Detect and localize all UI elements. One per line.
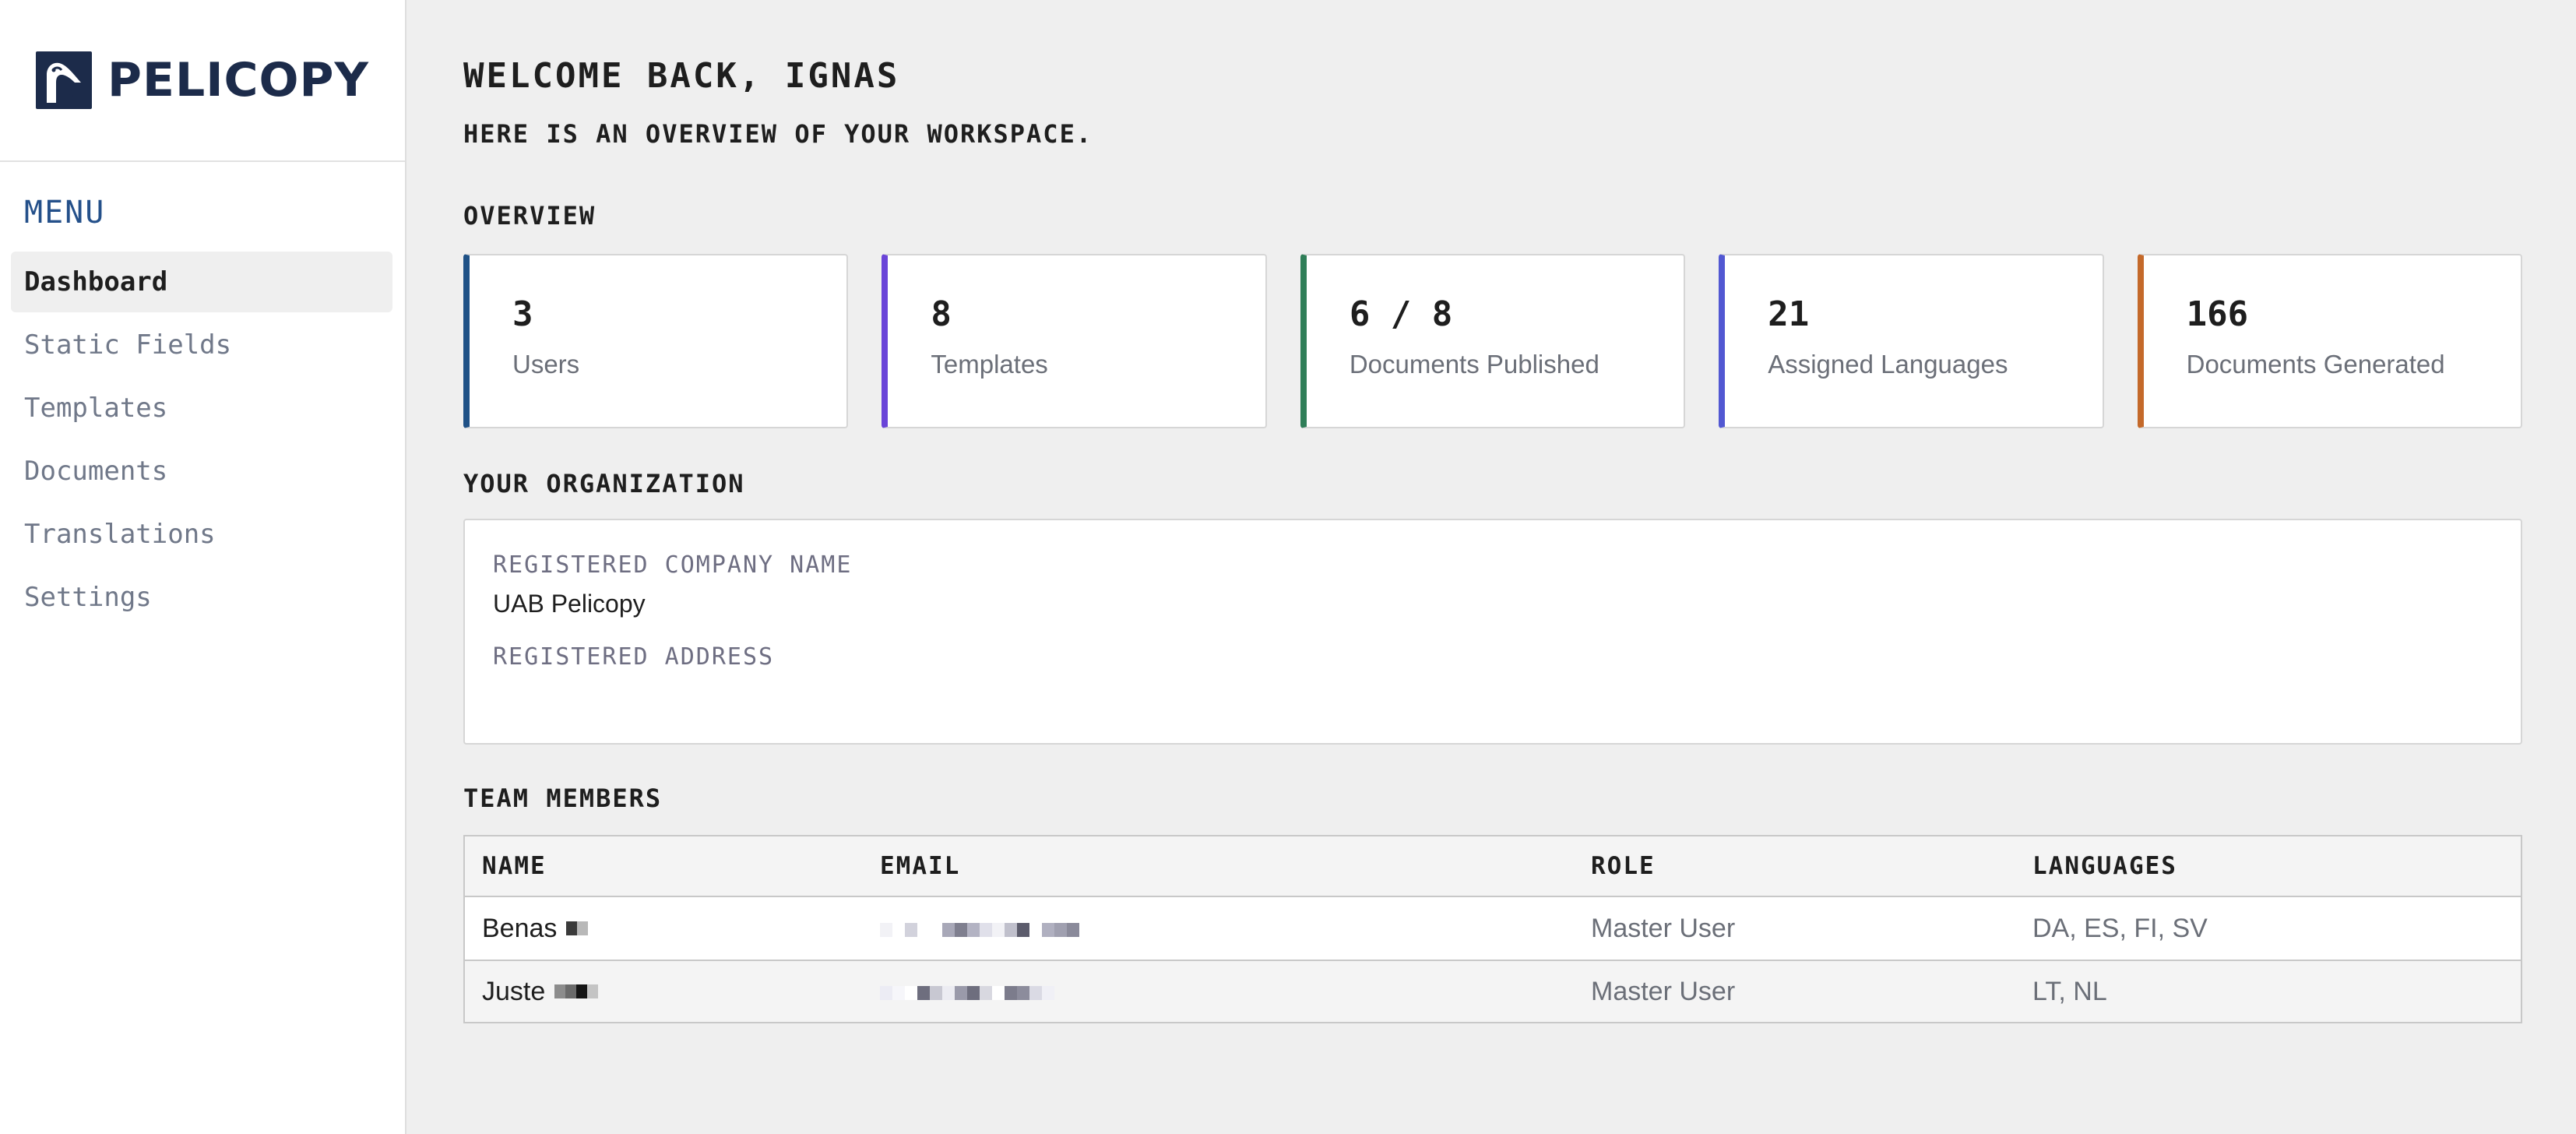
member-email-cell [880,914,1591,944]
page-subtitle: HERE IS AN OVERVIEW OF YOUR WORKSPACE. [463,119,1093,149]
redacted-email [880,985,1054,1000]
stat-card-assigned-languages: 21 Assigned Languages [1719,254,2104,428]
redacted-surname [566,921,589,935]
stat-label: Templates [931,350,1048,379]
overview-stats: 3 Users 8 Templates 6 / 8 Documents Publ… [463,254,2523,428]
organization-card: REGISTERED COMPANY NAME UAB Pelicopy REG… [463,519,2522,745]
company-name-label: REGISTERED COMPANY NAME [493,551,853,579]
sidebar-item-templates[interactable]: Templates [11,378,392,438]
page-title: WELCOME BACK, IGNAS [463,56,900,96]
overview-title: OVERVIEW [463,201,596,231]
table-header: NAME EMAIL ROLE LANGUAGES [465,836,2521,897]
stat-card-documents-published: 6 / 8 Documents Published [1300,254,1686,428]
member-name-cell: Benas [465,914,880,944]
member-languages: DA, ES, FI, SV [2032,913,2208,943]
member-languages: LT, NL [2032,976,2107,1006]
stat-value: 6 / 8 [1349,294,1453,334]
stat-label: Assigned Languages [1768,350,2008,379]
sidebar-item-settings[interactable]: Settings [11,567,392,628]
brand-header[interactable]: PELICOPY [0,0,405,162]
stat-value: 8 [931,294,952,334]
menu-heading: MENU [24,195,106,231]
sidebar-nav: Dashboard Static Fields Templates Docume… [11,252,392,630]
address-label: REGISTERED ADDRESS [493,643,775,671]
stat-label: Documents Generated [2186,350,2445,379]
sidebar: PELICOPY MENU Dashboard Static Fields Te… [0,0,406,1134]
brand-name: PELICOPY [107,53,369,107]
member-name: Benas [482,913,558,943]
table-row[interactable]: Benas Master User DA, ES, FI, SV [465,897,2521,960]
column-header-languages[interactable]: LANGUAGES [2032,852,2521,880]
stat-card-templates: 8 Templates [882,254,1267,428]
stat-value: 3 [512,294,533,334]
column-header-role[interactable]: ROLE [1591,852,2032,880]
redacted-email [880,922,1079,937]
stat-value: 166 [2186,294,2249,334]
sidebar-item-translations[interactable]: Translations [11,504,392,565]
table-row[interactable]: Juste Master User LT, NL [465,960,2521,1022]
sidebar-item-dashboard[interactable]: Dashboard [11,252,392,312]
team-table: NAME EMAIL ROLE LANGUAGES Benas Master U… [463,835,2522,1023]
pelican-logo-icon [36,51,92,109]
stat-label: Users [512,350,580,379]
member-role: Master User [1591,913,1736,943]
company-name-value: UAB Pelicopy [493,590,646,618]
organization-title: YOUR ORGANIZATION [463,469,745,498]
redacted-surname [554,984,599,998]
member-role: Master User [1591,976,1736,1006]
stat-label: Documents Published [1349,350,1599,379]
team-title: TEAM MEMBERS [463,784,663,813]
stat-card-users: 3 Users [463,254,849,428]
sidebar-item-documents[interactable]: Documents [11,441,392,502]
column-header-name[interactable]: NAME [465,852,880,880]
column-header-email[interactable]: EMAIL [880,852,1591,880]
stat-card-documents-generated: 166 Documents Generated [2137,254,2523,428]
member-email-cell [880,977,1591,1007]
member-name-cell: Juste [465,977,880,1007]
sidebar-item-static-fields[interactable]: Static Fields [11,315,392,375]
stat-value: 21 [1768,294,1810,334]
member-name: Juste [482,976,546,1006]
